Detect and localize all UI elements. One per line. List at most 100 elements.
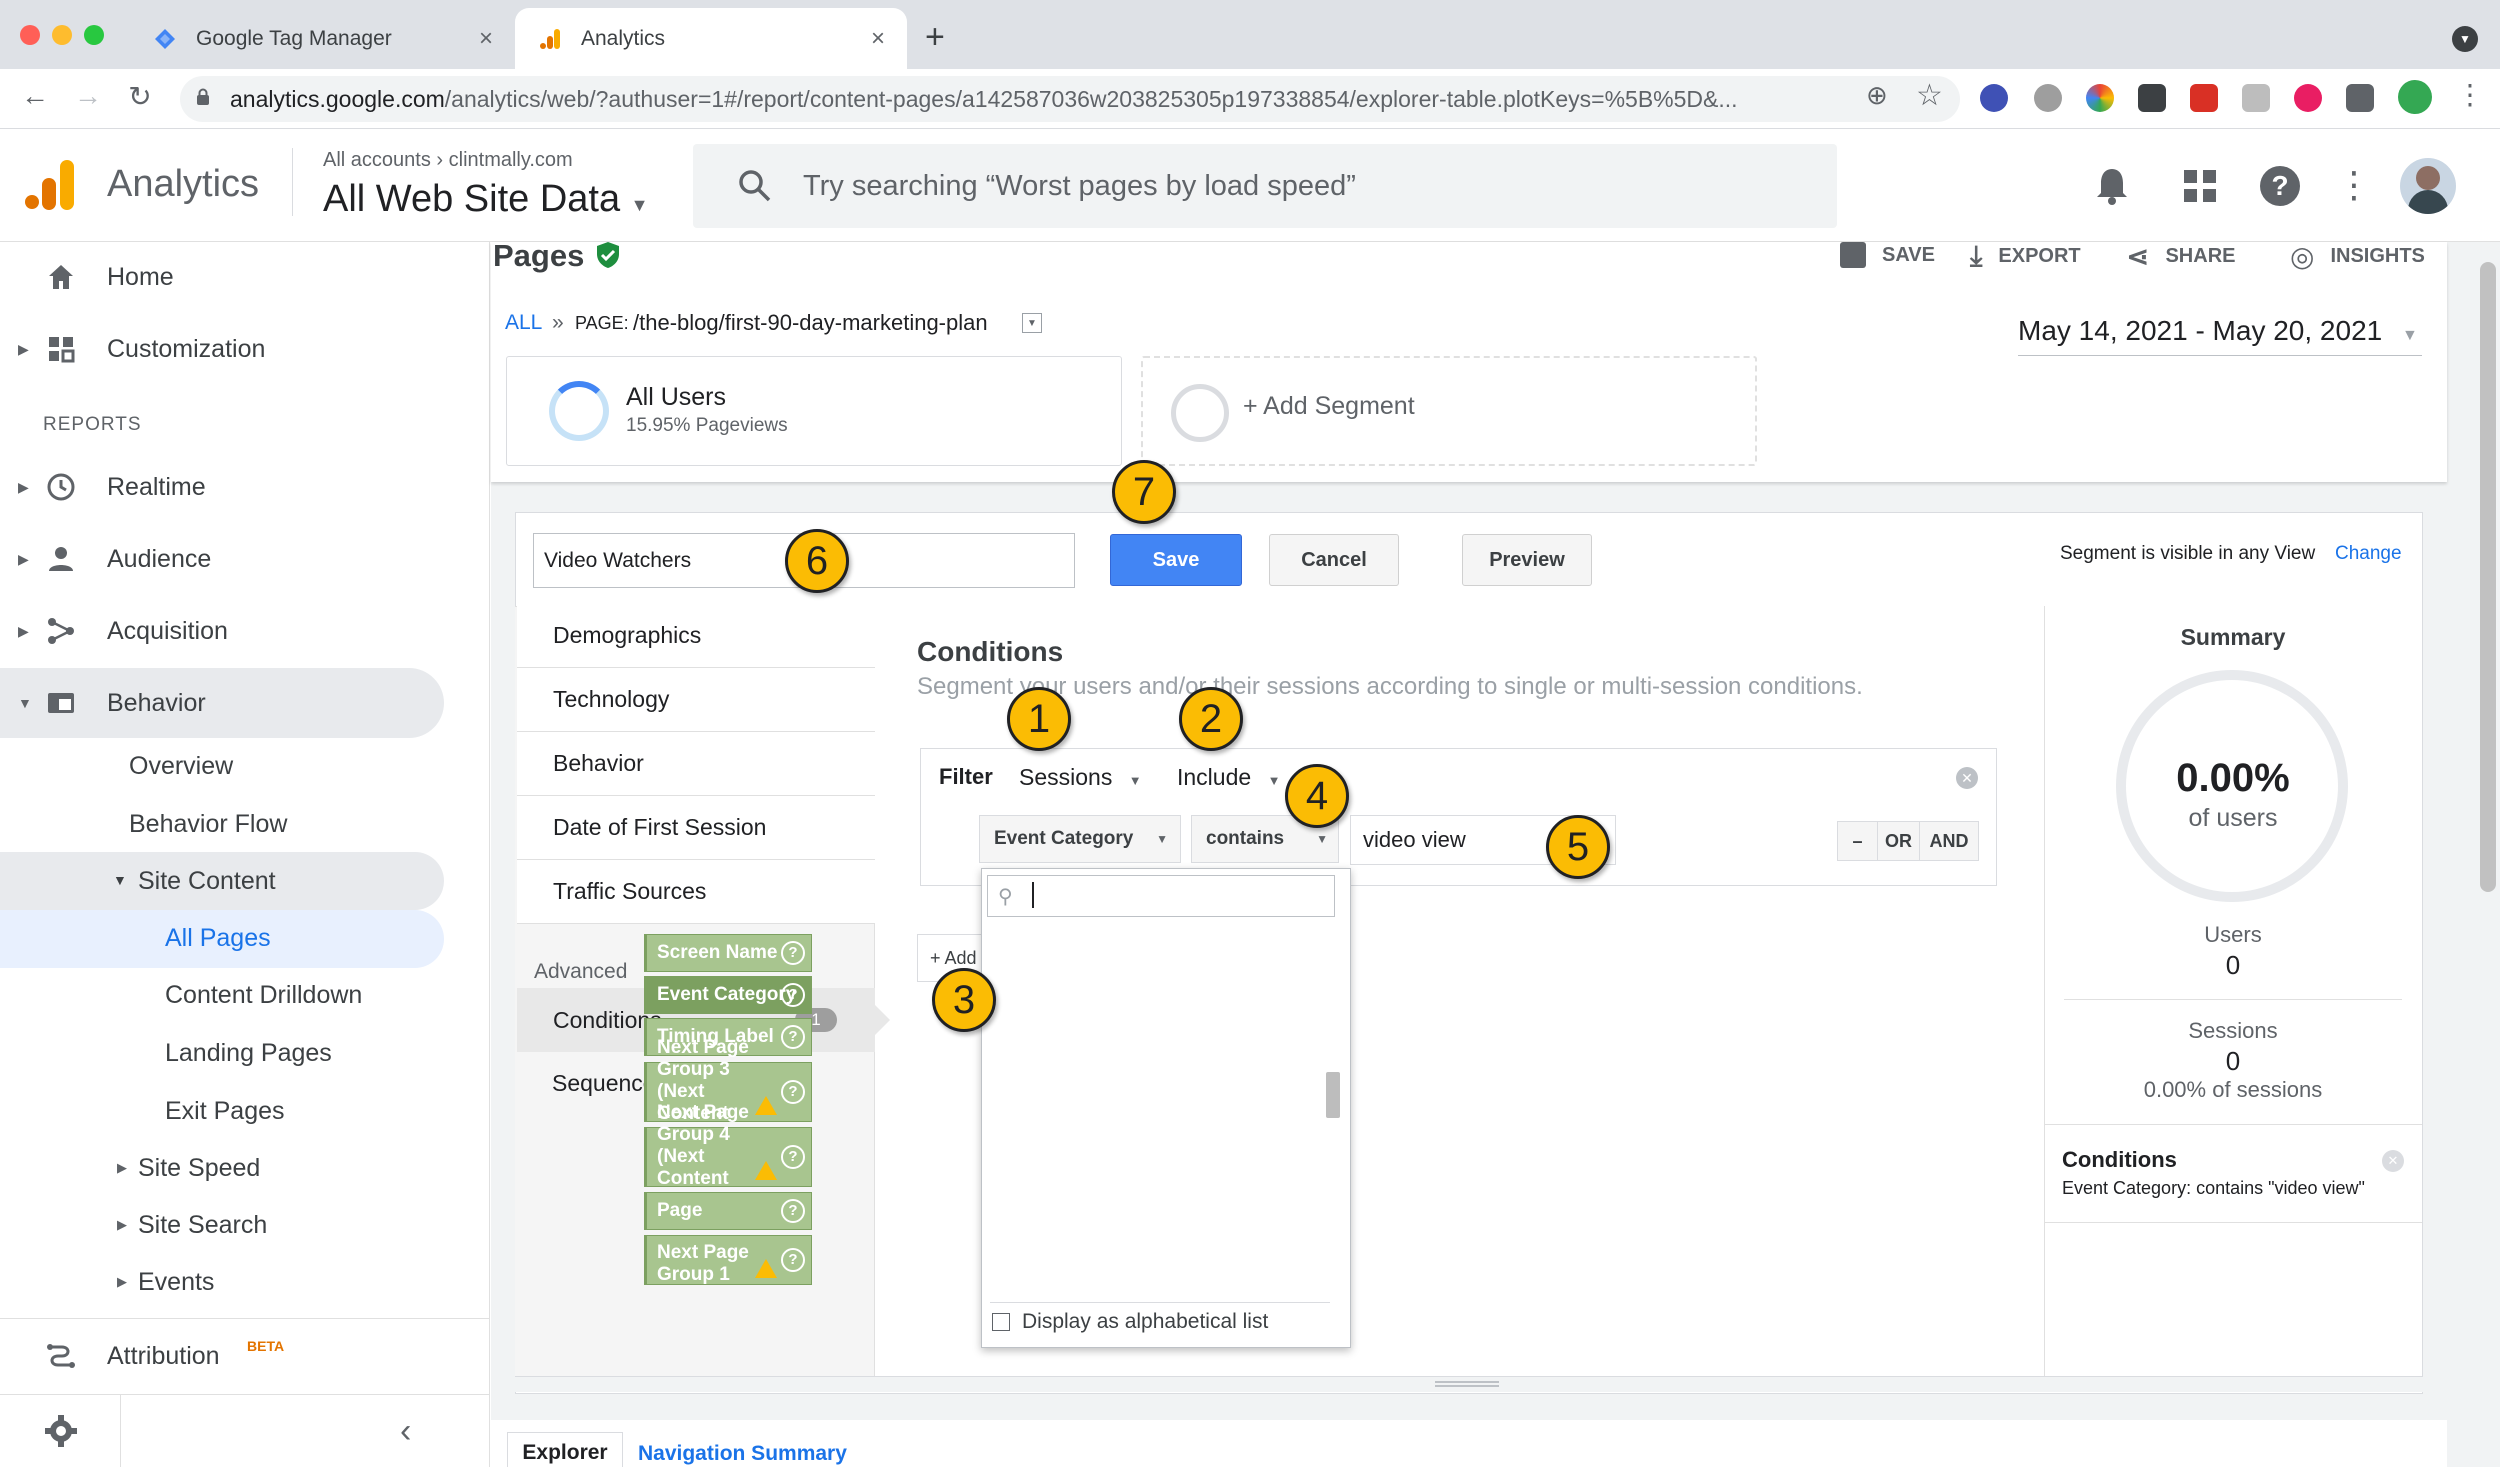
- insights-button[interactable]: ◎ INSIGHTS: [2290, 240, 2425, 273]
- or-button[interactable]: OR: [1878, 822, 1920, 860]
- tab-explorer[interactable]: Explorer: [507, 1432, 623, 1467]
- filter-mode-dropdown[interactable]: Include ▼: [1177, 764, 1280, 791]
- remove-condition-icon[interactable]: ✕: [2382, 1150, 2404, 1172]
- tab-google-tag-manager[interactable]: Google Tag Manager ×: [130, 8, 515, 69]
- extension-icon[interactable]: [2034, 84, 2062, 112]
- zoom-icon[interactable]: ⊕: [1866, 80, 1888, 111]
- dimension-search-input[interactable]: ⚲: [987, 875, 1335, 917]
- alphabetical-checkbox[interactable]: [992, 1313, 1010, 1331]
- reload-icon[interactable]: ↻: [120, 80, 160, 113]
- settings-gear-icon[interactable]: [44, 1414, 78, 1448]
- remove-condition-button[interactable]: –: [1838, 822, 1878, 860]
- tab-navigation-summary[interactable]: Navigation Summary: [638, 1442, 847, 1466]
- sidebar-item-landing-pages[interactable]: Landing Pages: [165, 1039, 332, 1068]
- camera-extension-icon[interactable]: [2242, 84, 2270, 112]
- menu-item-behavior[interactable]: Behavior: [517, 732, 875, 796]
- filter-scope-dropdown[interactable]: Sessions ▼: [1019, 764, 1142, 791]
- editor-resize-handle[interactable]: [515, 1376, 2423, 1392]
- annotation-badge-5: 5: [1546, 815, 1610, 879]
- user-avatar[interactable]: [2400, 158, 2456, 214]
- search-box[interactable]: Try searching “Worst pages by load speed…: [693, 144, 1837, 228]
- preview-button[interactable]: Preview: [1462, 534, 1592, 586]
- help-circle-icon[interactable]: ?: [781, 1199, 805, 1223]
- sidebar-item-behavior-flow[interactable]: Behavior Flow: [129, 810, 287, 839]
- dropdown-item-next-page-group-1[interactable]: Next Page Group 1 (Next Content Group)?: [644, 1235, 812, 1285]
- sidebar-item-overview[interactable]: Overview: [129, 752, 233, 781]
- menu-item-demographics[interactable]: Demographics: [517, 604, 875, 668]
- property-selector[interactable]: All Web Site Data ▼: [323, 178, 649, 221]
- menu-item-traffic-sources[interactable]: Traffic Sources: [517, 860, 875, 924]
- help-circle-icon[interactable]: ?: [781, 1248, 805, 1272]
- extension-icon[interactable]: [2086, 84, 2114, 112]
- help-circle-icon[interactable]: ?: [781, 1025, 805, 1049]
- close-tab-icon[interactable]: ×: [871, 25, 885, 53]
- segment-all-users-card[interactable]: All Users 15.95% Pageviews: [506, 356, 1122, 466]
- notifications-bell-icon[interactable]: [2094, 166, 2130, 206]
- help-circle-icon[interactable]: ?: [781, 1145, 805, 1169]
- dropdown-item-next-page-group-4[interactable]: Next Page Group 4 (Next Content Group)?: [644, 1102, 812, 1211]
- segment-name-value: Video Watchers: [544, 548, 692, 572]
- export-button[interactable]: ⤓ EXPORT: [1970, 240, 2081, 273]
- sidebar-item-site-search[interactable]: Site Search: [138, 1211, 267, 1240]
- extension-icon[interactable]: [2138, 84, 2166, 112]
- browser-menu-icon[interactable]: ⋮: [2456, 78, 2484, 111]
- tab-search-icon[interactable]: ▼: [2452, 26, 2478, 52]
- menu-item-date-of-first-session[interactable]: Date of First Session: [517, 796, 875, 860]
- all-accounts-link[interactable]: All accounts: [323, 149, 431, 171]
- dropdown-scrollbar-thumb[interactable]: [1326, 1072, 1340, 1118]
- sidebar-item-site-speed[interactable]: Site Speed: [138, 1154, 260, 1183]
- dimension-dropdown[interactable]: Event Category ▼: [979, 815, 1181, 863]
- sidebar-item-site-content[interactable]: Site Content: [138, 867, 276, 896]
- add-segment-card[interactable]: + Add Segment: [1141, 356, 1757, 466]
- breadcrumb-all-link[interactable]: ALL: [505, 311, 542, 335]
- alphabetical-list-option[interactable]: Display as alphabetical list: [992, 1310, 1268, 1334]
- maximize-window-button[interactable]: [84, 25, 104, 45]
- extension-icon[interactable]: [2190, 84, 2218, 112]
- collapse-sidebar-icon[interactable]: ‹: [400, 1412, 411, 1451]
- help-circle-icon[interactable]: ?: [781, 1080, 805, 1104]
- share-button[interactable]: ⋖ SHARE: [2126, 240, 2235, 273]
- sidebar-item-content-drilldown[interactable]: Content Drilldown: [165, 981, 362, 1010]
- and-button[interactable]: AND: [1920, 822, 1978, 860]
- cancel-button[interactable]: Cancel: [1269, 534, 1399, 586]
- sidebar-divider: [0, 1394, 490, 1395]
- page-scrollbar[interactable]: [2476, 242, 2500, 1467]
- date-range-selector[interactable]: May 14, 2021 - May 20, 2021 ▼: [2018, 315, 2418, 347]
- dropdown-item-page[interactable]: Page?: [644, 1192, 812, 1230]
- dropdown-item-event-category[interactable]: Event Category?: [644, 976, 812, 1014]
- behavior-icon: [44, 686, 78, 720]
- menu-item-technology[interactable]: Technology: [517, 668, 875, 732]
- lock-icon[interactable]: [196, 88, 210, 106]
- close-tab-icon[interactable]: ×: [479, 25, 493, 53]
- save-report-button[interactable]: SAVE: [1840, 242, 1935, 268]
- profile-avatar-icon[interactable]: [2398, 80, 2432, 114]
- save-segment-button[interactable]: Save: [1110, 534, 1242, 586]
- extension-icon[interactable]: [1980, 84, 2008, 112]
- search-icon: ⚲: [998, 886, 1013, 908]
- extensions-puzzle-icon[interactable]: [2346, 84, 2374, 112]
- chevron-down-icon: ▼: [18, 695, 32, 711]
- forward-arrow-icon[interactable]: →: [68, 80, 108, 112]
- help-circle-icon[interactable]: ?: [781, 983, 805, 1007]
- change-visibility-link[interactable]: Change: [2335, 543, 2402, 565]
- help-circle-icon[interactable]: ?: [781, 941, 805, 965]
- account-breadcrumb[interactable]: All accounts › clintmally.com: [323, 149, 573, 172]
- account-name[interactable]: clintmally.com: [449, 149, 573, 171]
- bookmark-star-icon[interactable]: ☆: [1916, 78, 1943, 113]
- minimize-window-button[interactable]: [52, 25, 72, 45]
- help-icon[interactable]: ?: [2260, 166, 2300, 206]
- dropdown-item-screen-name[interactable]: Screen Name?: [644, 934, 812, 972]
- breadcrumb-dropdown-icon[interactable]: ▼: [1022, 313, 1042, 333]
- sidebar-item-all-pages[interactable]: All Pages: [165, 924, 271, 953]
- sidebar-item-events[interactable]: Events: [138, 1268, 214, 1297]
- tab-analytics[interactable]: Analytics ×: [515, 8, 907, 69]
- new-tab-button[interactable]: +: [925, 18, 945, 57]
- apps-grid-icon[interactable]: [2182, 168, 2218, 204]
- close-window-button[interactable]: [20, 25, 40, 45]
- address-bar[interactable]: analytics.google.com/analytics/web/?auth…: [180, 76, 1960, 122]
- more-options-icon[interactable]: ⋮: [2336, 164, 2372, 206]
- extension-icon[interactable]: [2294, 84, 2322, 112]
- back-arrow-icon[interactable]: ←: [15, 80, 55, 112]
- sidebar-item-exit-pages[interactable]: Exit Pages: [165, 1097, 285, 1126]
- remove-filter-icon[interactable]: ✕: [1956, 767, 1978, 789]
